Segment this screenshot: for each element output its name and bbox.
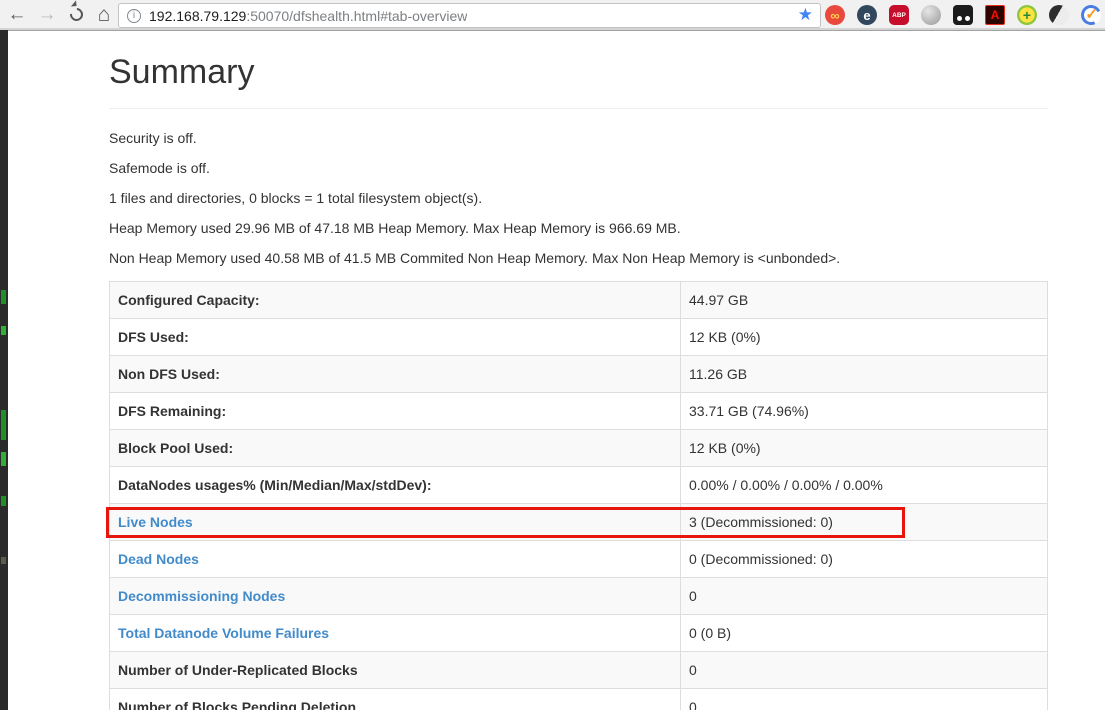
- url-text: 192.168.79.129:50070/dfshealth.html#tab-…: [149, 8, 467, 24]
- cat-extension-icon[interactable]: [1049, 5, 1069, 25]
- row-value: 12 KB (0%): [680, 319, 1047, 355]
- adobe-pdf-extension-icon[interactable]: A: [985, 5, 1005, 25]
- adblock-plus-extension-icon[interactable]: ABP: [889, 5, 909, 25]
- decommissioning-nodes-link[interactable]: Decommissioning Nodes: [110, 578, 680, 614]
- row-label: DFS Used:: [110, 319, 680, 355]
- refresh-button[interactable]: [63, 2, 89, 28]
- non-heap-memory-line: Non Heap Memory used 40.58 MB of 41.5 MB…: [109, 251, 1048, 265]
- refresh-icon: [67, 5, 85, 23]
- row-label: Block Pool Used:: [110, 430, 680, 466]
- row-label: Non DFS Used:: [110, 356, 680, 392]
- row-value: 12 KB (0%): [680, 430, 1047, 466]
- sphere-extension-icon[interactable]: [921, 5, 941, 25]
- table-row-dead-nodes: Dead Nodes 0 (Decommissioned: 0): [110, 541, 1047, 578]
- table-row-block-pool-used: Block Pool Used: 12 KB (0%): [110, 430, 1047, 467]
- row-label: Configured Capacity:: [110, 282, 680, 318]
- url-path: :50070/dfshealth.html#tab-overview: [246, 8, 467, 24]
- table-row-datanode-usages: DataNodes usages% (Min/Median/Max/stdDev…: [110, 467, 1047, 504]
- security-status-line: Security is off.: [109, 131, 1048, 145]
- table-row-dfs-remaining: DFS Remaining: 33.71 GB (74.96%): [110, 393, 1047, 430]
- heap-memory-line: Heap Memory used 29.96 MB of 47.18 MB He…: [109, 221, 1048, 235]
- table-row-under-replicated-blocks: Number of Under-Replicated Blocks 0: [110, 652, 1047, 689]
- row-value: 44.97 GB: [680, 282, 1047, 318]
- page-title: Summary: [109, 52, 1048, 92]
- table-row-dfs-used: DFS Used: 12 KB (0%): [110, 319, 1047, 356]
- row-value: 11.26 GB: [680, 356, 1047, 392]
- browser-toolbar: ← → ⌂ i 192.168.79.129:50070/dfshealth.h…: [0, 0, 1105, 31]
- title-divider: [109, 108, 1048, 109]
- home-button[interactable]: ⌂: [91, 2, 117, 28]
- dead-nodes-link[interactable]: Dead Nodes: [110, 541, 680, 577]
- table-row-volume-failures: Total Datanode Volume Failures 0 (0 B): [110, 615, 1047, 652]
- domino-dot: [957, 16, 962, 21]
- green-plus-extension-icon[interactable]: +: [1017, 5, 1037, 25]
- summary-table: Configured Capacity: 44.97 GB DFS Used: …: [109, 281, 1048, 710]
- extension-icons-row: ∞ e ABP A + ✓: [825, 5, 1101, 25]
- row-label: Number of Blocks Pending Deletion: [110, 689, 680, 710]
- table-row-configured-capacity: Configured Capacity: 44.97 GB: [110, 282, 1047, 319]
- safemode-status-line: Safemode is off.: [109, 161, 1048, 175]
- filesystem-objects-line: 1 files and directories, 0 blocks = 1 to…: [109, 191, 1048, 205]
- table-row-blocks-pending-deletion: Number of Blocks Pending Deletion 0: [110, 689, 1047, 710]
- row-value: 0: [680, 652, 1047, 688]
- row-value: 3 (Decommissioned: 0): [680, 504, 1047, 540]
- forward-button[interactable]: →: [34, 2, 60, 28]
- browser-window: ← → ⌂ i 192.168.79.129:50070/dfshealth.h…: [0, 0, 1105, 710]
- domino-dot: [965, 16, 970, 21]
- info-icon[interactable]: i: [127, 9, 141, 23]
- volume-failures-link[interactable]: Total Datanode Volume Failures: [110, 615, 680, 651]
- table-row-decommissioning-nodes: Decommissioning Nodes 0: [110, 578, 1047, 615]
- domino-extension-icon[interactable]: [953, 5, 973, 25]
- row-label: DFS Remaining:: [110, 393, 680, 429]
- check-glyph: ✓: [1085, 5, 1098, 23]
- table-row-non-dfs-used: Non DFS Used: 11.26 GB: [110, 356, 1047, 393]
- row-value: 0: [680, 689, 1047, 710]
- infinity-extension-icon[interactable]: ∞: [825, 5, 845, 25]
- row-value: 0: [680, 578, 1047, 614]
- row-label: DataNodes usages% (Min/Median/Max/stdDev…: [110, 467, 680, 503]
- row-value: 0.00% / 0.00% / 0.00% / 0.00%: [680, 467, 1047, 503]
- table-row-live-nodes: Live Nodes 3 (Decommissioned: 0): [110, 504, 1047, 541]
- background-window-strip: [0, 30, 8, 710]
- back-button[interactable]: ←: [4, 2, 30, 28]
- row-value: 33.71 GB (74.96%): [680, 393, 1047, 429]
- url-host: 192.168.79.129: [149, 8, 246, 24]
- check-circle-extension-icon[interactable]: ✓: [1078, 2, 1104, 28]
- row-value: 0 (Decommissioned: 0): [680, 541, 1047, 577]
- address-bar[interactable]: i 192.168.79.129:50070/dfshealth.html#ta…: [118, 3, 821, 28]
- e-extension-icon[interactable]: e: [857, 5, 877, 25]
- live-nodes-link[interactable]: Live Nodes: [110, 504, 680, 540]
- row-value: 0 (0 B): [680, 615, 1047, 651]
- bookmark-star-icon[interactable]: ★: [798, 5, 813, 25]
- row-label: Number of Under-Replicated Blocks: [110, 652, 680, 688]
- page-content: Summary Security is off. Safemode is off…: [8, 32, 1105, 710]
